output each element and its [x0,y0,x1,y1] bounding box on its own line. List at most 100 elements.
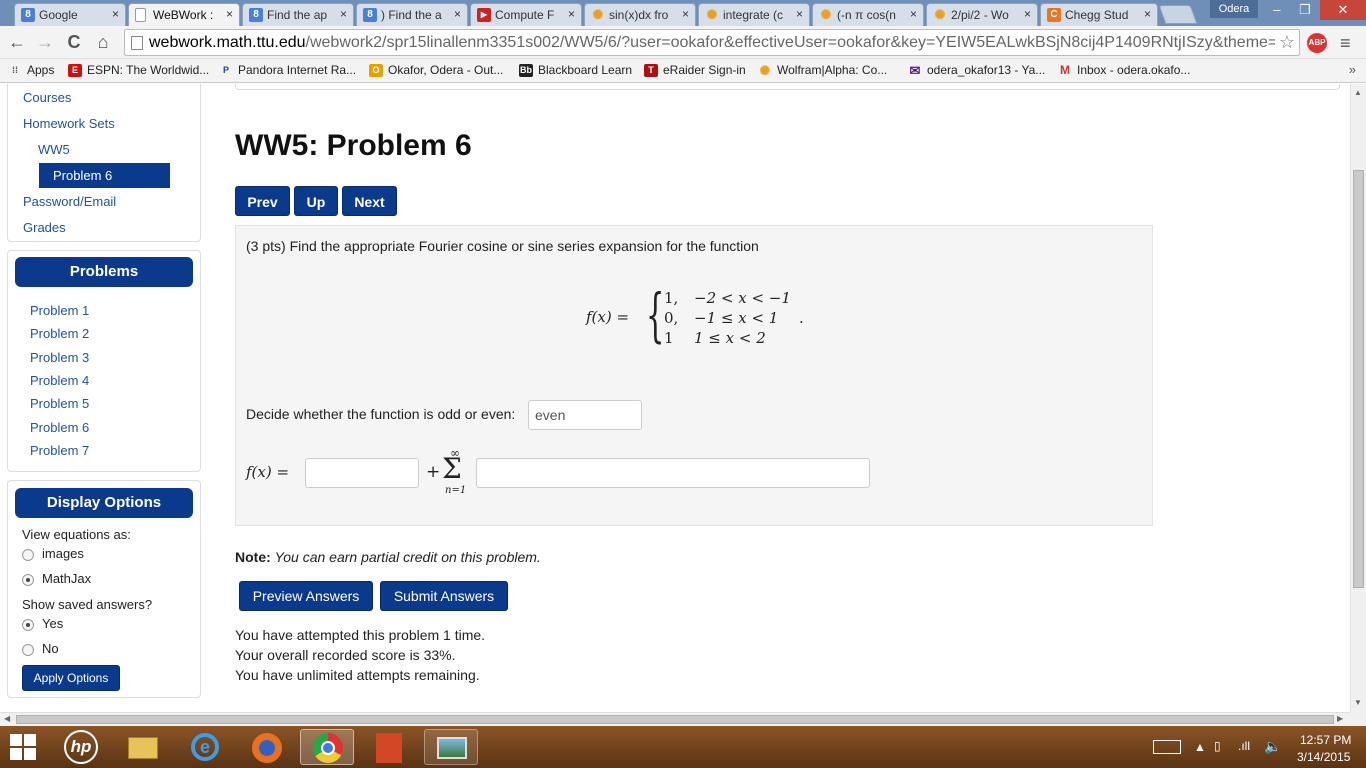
horizontal-scroll-thumb[interactable] [16,715,1334,724]
close-tab-icon[interactable]: × [226,7,233,21]
bookmark-star-icon[interactable]: ☆ [1274,32,1295,53]
radio-images[interactable] [22,549,34,561]
close-tab-icon[interactable]: × [568,7,575,21]
close-tab-icon[interactable]: × [796,7,803,21]
clock-time[interactable]: 12:57 PM [1300,733,1351,747]
problem-link-5[interactable]: Problem 5 [30,396,89,411]
tab-2-pi-2[interactable]: ✺ 2/pi/2 - Wo × [926,3,1038,26]
radio-saved-no-label: No [42,641,59,656]
vertical-scroll-thumb[interactable] [1353,170,1364,588]
scroll-right-icon[interactable]: ▶ [1337,714,1343,723]
series-plus: + [426,462,441,482]
wolfram-icon: ✺ [759,63,771,78]
close-window-icon[interactable]: ✕ [1320,0,1366,20]
tab-find-the-a[interactable]: 8 ) Find the a × [356,3,468,26]
close-tab-icon[interactable]: × [454,7,461,21]
adblock-icon[interactable]: ABP [1307,33,1327,53]
close-tab-icon[interactable]: × [340,7,347,21]
photo-viewer-icon[interactable] [424,729,478,765]
tab-find-the-ap[interactable]: 8 Find the ap × [242,3,354,26]
scroll-up-icon[interactable]: ▲ [1354,88,1362,97]
keyboard-icon[interactable] [1153,740,1181,754]
tab-title: ) Find the a [381,8,442,22]
radio-saved-no[interactable] [22,644,34,656]
new-tab-button[interactable] [1158,5,1198,24]
internet-explorer-icon[interactable]: e [178,729,232,765]
show-hidden-icons-icon[interactable]: ▲ [1194,740,1206,754]
series-input[interactable] [476,458,870,488]
vertical-scrollbar[interactable]: ▲ ▼ [1350,84,1366,712]
problem-link-2[interactable]: Problem 2 [30,326,89,341]
tab-sinx[interactable]: ✺ sin(x)dx fro × [584,3,696,26]
close-tab-icon[interactable]: × [1144,7,1151,21]
file-explorer-icon[interactable] [116,729,170,765]
back-icon[interactable]: ← [6,31,28,53]
problem-link-6[interactable]: Problem 6 [30,420,89,435]
close-tab-icon[interactable]: × [1024,7,1031,21]
next-button[interactable]: Next [342,186,397,216]
nav-ww5[interactable]: WW5 [38,142,70,157]
firefox-icon[interactable] [240,729,294,765]
menu-icon[interactable]: ≡ [1340,33,1351,54]
prev-button[interactable]: Prev [235,186,290,216]
minimize-icon[interactable]: – [1262,0,1292,20]
tab-compute[interactable]: ▶ Compute F × [470,3,582,26]
bookmark-apps[interactable]: ⁞⁞ Apps [8,63,54,77]
close-tab-icon[interactable]: × [910,7,917,21]
nav-problem-6-active[interactable]: Problem 6 [39,163,170,188]
close-tab-icon[interactable]: × [112,7,119,21]
tab-google[interactable]: 8 Google × [14,3,126,26]
bookmark-gmail[interactable]: M Inbox - odera.okafo... [1058,63,1190,77]
restore-icon[interactable]: ❐ [1290,0,1320,20]
scroll-left-icon[interactable]: ◀ [4,714,10,723]
bookmark-eraider[interactable]: TeRaider Sign-in [644,63,746,77]
bookmark-espn[interactable]: E ESPN: The Worldwid... [68,63,209,77]
tab-integrate[interactable]: ✺ integrate (c × [698,3,810,26]
clock-date[interactable]: 3/14/2015 [1297,750,1350,764]
problem-link-4[interactable]: Problem 4 [30,373,89,388]
office-icon[interactable] [362,729,416,765]
nav-grades[interactable]: Grades [23,220,66,235]
submit-answers-button[interactable]: Submit Answers [380,581,508,611]
preview-answers-button[interactable]: Preview Answers [239,581,373,611]
signal-icon[interactable]: .ıll [1238,739,1250,753]
forward-icon[interactable]: → [34,31,56,53]
tab-chegg[interactable]: C Chegg Stud × [1040,3,1158,26]
bookmark-outlook[interactable]: O Okafor, Odera - Out... [369,63,503,77]
google-icon: 8 [21,8,35,22]
bookmark-blackboard[interactable]: Bb Blackboard Learn [519,63,632,77]
tab-webwork[interactable]: WeBWork : × [128,3,240,26]
hp-icon[interactable]: hp [64,730,98,764]
profile-button[interactable]: Odera [1210,0,1258,18]
close-tab-icon[interactable]: × [682,7,689,21]
address-bar[interactable]: webwork.math.ttu.edu/webwork2/spr15linal… [124,29,1300,56]
radio-mathjax[interactable] [22,574,34,586]
volume-icon[interactable]: 🔈 [1264,738,1281,755]
nav-courses[interactable]: Courses [23,90,71,105]
apply-options-button[interactable]: Apply Options [22,665,120,691]
odd-even-input[interactable] [528,400,642,430]
a0-input[interactable] [305,458,419,488]
horizontal-scrollbar[interactable]: ◀ ▶ [0,712,1350,726]
problem-link-1[interactable]: Problem 1 [30,303,89,318]
odd-even-label: Decide whether the function is odd or ev… [246,406,516,422]
bookmark-pandora[interactable]: P Pandora Internet Ra... [219,63,356,77]
note-label: Note: [235,549,271,565]
home-icon[interactable]: ⌂ [92,31,114,53]
reload-icon[interactable]: C [63,31,85,53]
chrome-icon[interactable] [300,729,354,765]
more-bookmarks-icon[interactable]: » [1349,62,1356,77]
problem-body: (3 pts) Find the appropriate Fourier cos… [235,225,1153,526]
nav-password-email[interactable]: Password/Email [23,194,116,209]
nav-homework-sets[interactable]: Homework Sets [23,116,115,131]
radio-saved-yes[interactable] [22,619,34,631]
scroll-down-icon[interactable]: ▼ [1354,698,1362,707]
tab-n-pi-cos[interactable]: ✺ (-n π cos(n × [812,3,924,26]
bookmark-wolfram[interactable]: ✺ Wolfram|Alpha: Co... [758,63,888,78]
windows-start-icon[interactable] [10,734,36,760]
bookmark-yahoo[interactable]: ✉ odera_okafor13 - Ya... [908,63,1046,77]
up-button[interactable]: Up [294,186,338,216]
problem-link-3[interactable]: Problem 3 [30,350,89,365]
problem-link-7[interactable]: Problem 7 [30,443,89,458]
network-icon[interactable]: ▯ [1214,739,1221,753]
